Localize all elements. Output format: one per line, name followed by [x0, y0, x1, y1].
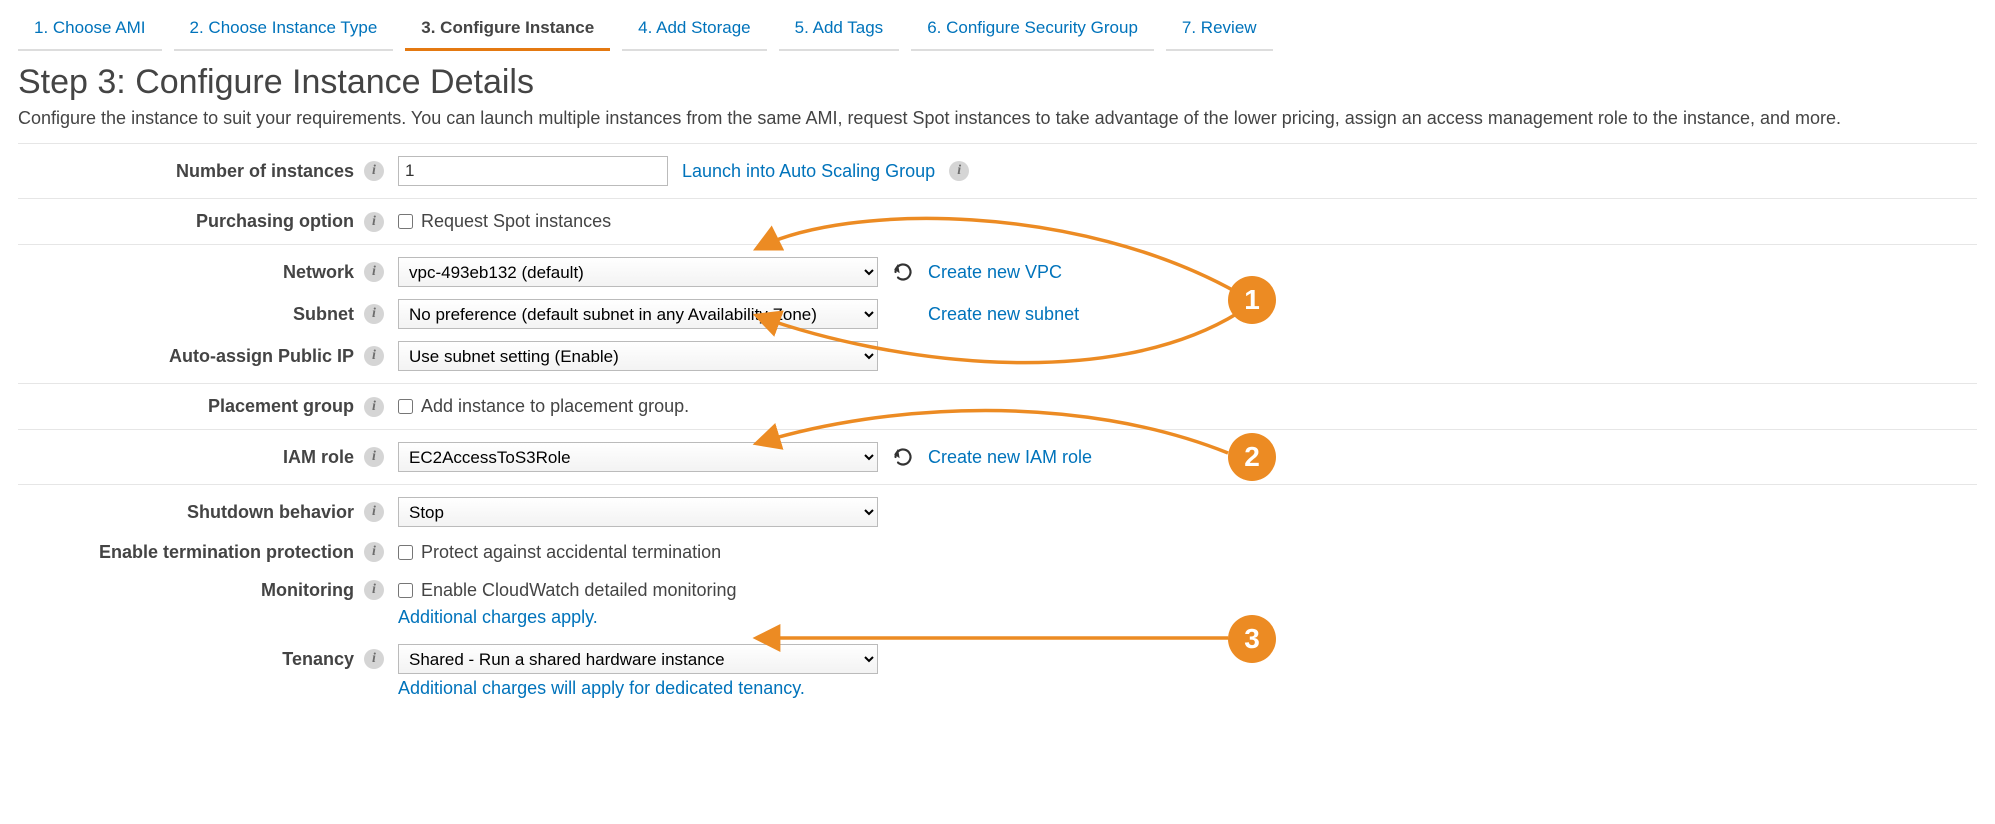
iam-role-select[interactable]: EC2AccessToS3Role	[398, 442, 878, 472]
shutdown-behavior-select[interactable]: Stop	[398, 497, 878, 527]
info-icon[interactable]: i	[949, 161, 969, 181]
launch-into-asg-link[interactable]: Launch into Auto Scaling Group	[682, 161, 935, 182]
info-icon[interactable]: i	[364, 397, 384, 417]
info-icon[interactable]: i	[364, 542, 384, 562]
create-new-vpc-link[interactable]: Create new VPC	[928, 262, 1062, 283]
info-icon[interactable]: i	[364, 649, 384, 669]
info-icon[interactable]: i	[364, 447, 384, 467]
label-shutdown-behavior: Shutdown behavior	[187, 502, 354, 523]
tab-instance-type[interactable]: 2. Choose Instance Type	[174, 10, 394, 51]
label-monitoring: Monitoring	[261, 580, 354, 601]
request-spot-label: Request Spot instances	[421, 211, 611, 232]
tab-review[interactable]: 7. Review	[1166, 10, 1273, 51]
number-of-instances-input[interactable]	[398, 156, 668, 186]
monitoring-checkbox[interactable]	[398, 583, 413, 598]
label-purchasing-option: Purchasing option	[196, 211, 354, 232]
tab-add-tags[interactable]: 5. Add Tags	[779, 10, 900, 51]
wizard-tabs: 1. Choose AMI 2. Choose Instance Type 3.…	[18, 10, 1977, 51]
label-placement-group: Placement group	[208, 396, 354, 417]
refresh-icon[interactable]	[892, 446, 914, 468]
label-iam-role: IAM role	[283, 447, 354, 468]
auto-assign-ip-select[interactable]: Use subnet setting (Enable)	[398, 341, 878, 371]
tab-choose-ami[interactable]: 1. Choose AMI	[18, 10, 162, 51]
termination-protection-label: Protect against accidental termination	[421, 542, 721, 563]
info-icon[interactable]: i	[364, 262, 384, 282]
termination-protection-checkbox[interactable]	[398, 545, 413, 560]
info-icon[interactable]: i	[364, 502, 384, 522]
create-new-iam-role-link[interactable]: Create new IAM role	[928, 447, 1092, 468]
info-icon[interactable]: i	[364, 346, 384, 366]
page-title: Step 3: Configure Instance Details	[18, 63, 1977, 102]
info-icon[interactable]: i	[364, 212, 384, 232]
create-new-subnet-link[interactable]: Create new subnet	[928, 304, 1079, 325]
page-subtitle: Configure the instance to suit your requ…	[18, 108, 1977, 129]
request-spot-checkbox[interactable]	[398, 214, 413, 229]
subnet-select[interactable]: No preference (default subnet in any Ava…	[398, 299, 878, 329]
tab-configure-instance[interactable]: 3. Configure Instance	[405, 10, 610, 51]
label-subnet: Subnet	[293, 304, 354, 325]
info-icon[interactable]: i	[364, 161, 384, 181]
label-network: Network	[283, 262, 354, 283]
tab-security-group[interactable]: 6. Configure Security Group	[911, 10, 1154, 51]
info-icon[interactable]: i	[364, 580, 384, 600]
label-auto-assign-ip: Auto-assign Public IP	[169, 346, 354, 367]
placement-group-checkbox[interactable]	[398, 399, 413, 414]
monitoring-charges-note[interactable]: Additional charges apply.	[398, 607, 1977, 628]
tab-add-storage[interactable]: 4. Add Storage	[622, 10, 766, 51]
refresh-icon[interactable]	[892, 261, 914, 283]
tenancy-charges-note[interactable]: Additional charges will apply for dedica…	[398, 678, 1977, 699]
monitoring-label: Enable CloudWatch detailed monitoring	[421, 580, 737, 601]
tenancy-select[interactable]: Shared - Run a shared hardware instance	[398, 644, 878, 674]
label-termination-protection: Enable termination protection	[99, 542, 354, 563]
placement-group-label: Add instance to placement group.	[421, 396, 689, 417]
label-tenancy: Tenancy	[282, 649, 354, 670]
network-select[interactable]: vpc-493eb132 (default)	[398, 257, 878, 287]
info-icon[interactable]: i	[364, 304, 384, 324]
label-number-of-instances: Number of instances	[176, 161, 354, 182]
